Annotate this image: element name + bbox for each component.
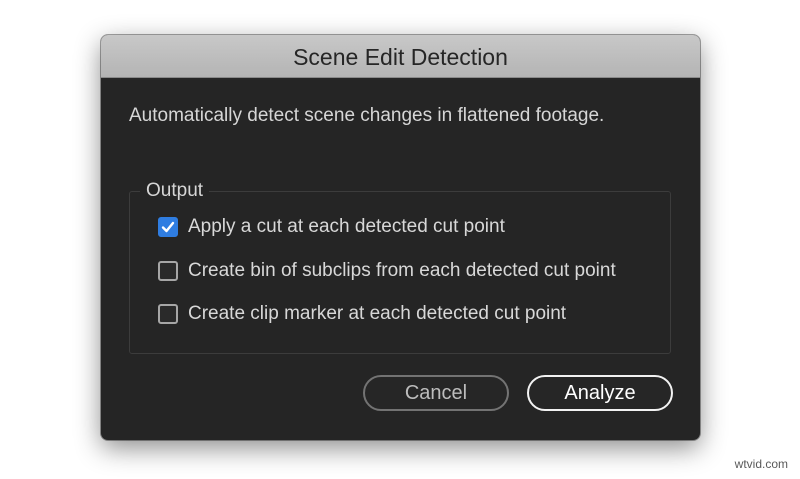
option-create-marker[interactable]: Create clip marker at each detected cut … [158,302,566,326]
dialog-description: Automatically detect scene changes in fl… [129,105,605,126]
output-group: Output Apply a cut at each detected cut … [129,180,671,354]
create-bin-label: Create bin of subclips from each detecte… [188,260,616,281]
analyze-button[interactable]: Analyze [527,375,673,411]
cancel-button[interactable]: Cancel [363,375,509,411]
create-marker-checkbox[interactable] [158,304,178,324]
check-icon [161,221,175,233]
option-create-bin[interactable]: Create bin of subclips from each detecte… [158,259,616,283]
create-marker-label: Create clip marker at each detected cut … [188,303,567,324]
output-legend: Output [140,180,210,202]
scene-edit-detection-dialog: Scene Edit Detection Automatically detec… [101,35,700,440]
option-apply-cut[interactable]: Apply a cut at each detected cut point [158,215,505,239]
create-bin-checkbox[interactable] [158,261,178,281]
watermark: wtvid.com [734,457,788,471]
apply-cut-label: Apply a cut at each detected cut point [188,216,505,237]
dialog-title: Scene Edit Detection [101,35,700,78]
apply-cut-checkbox[interactable] [158,217,178,237]
